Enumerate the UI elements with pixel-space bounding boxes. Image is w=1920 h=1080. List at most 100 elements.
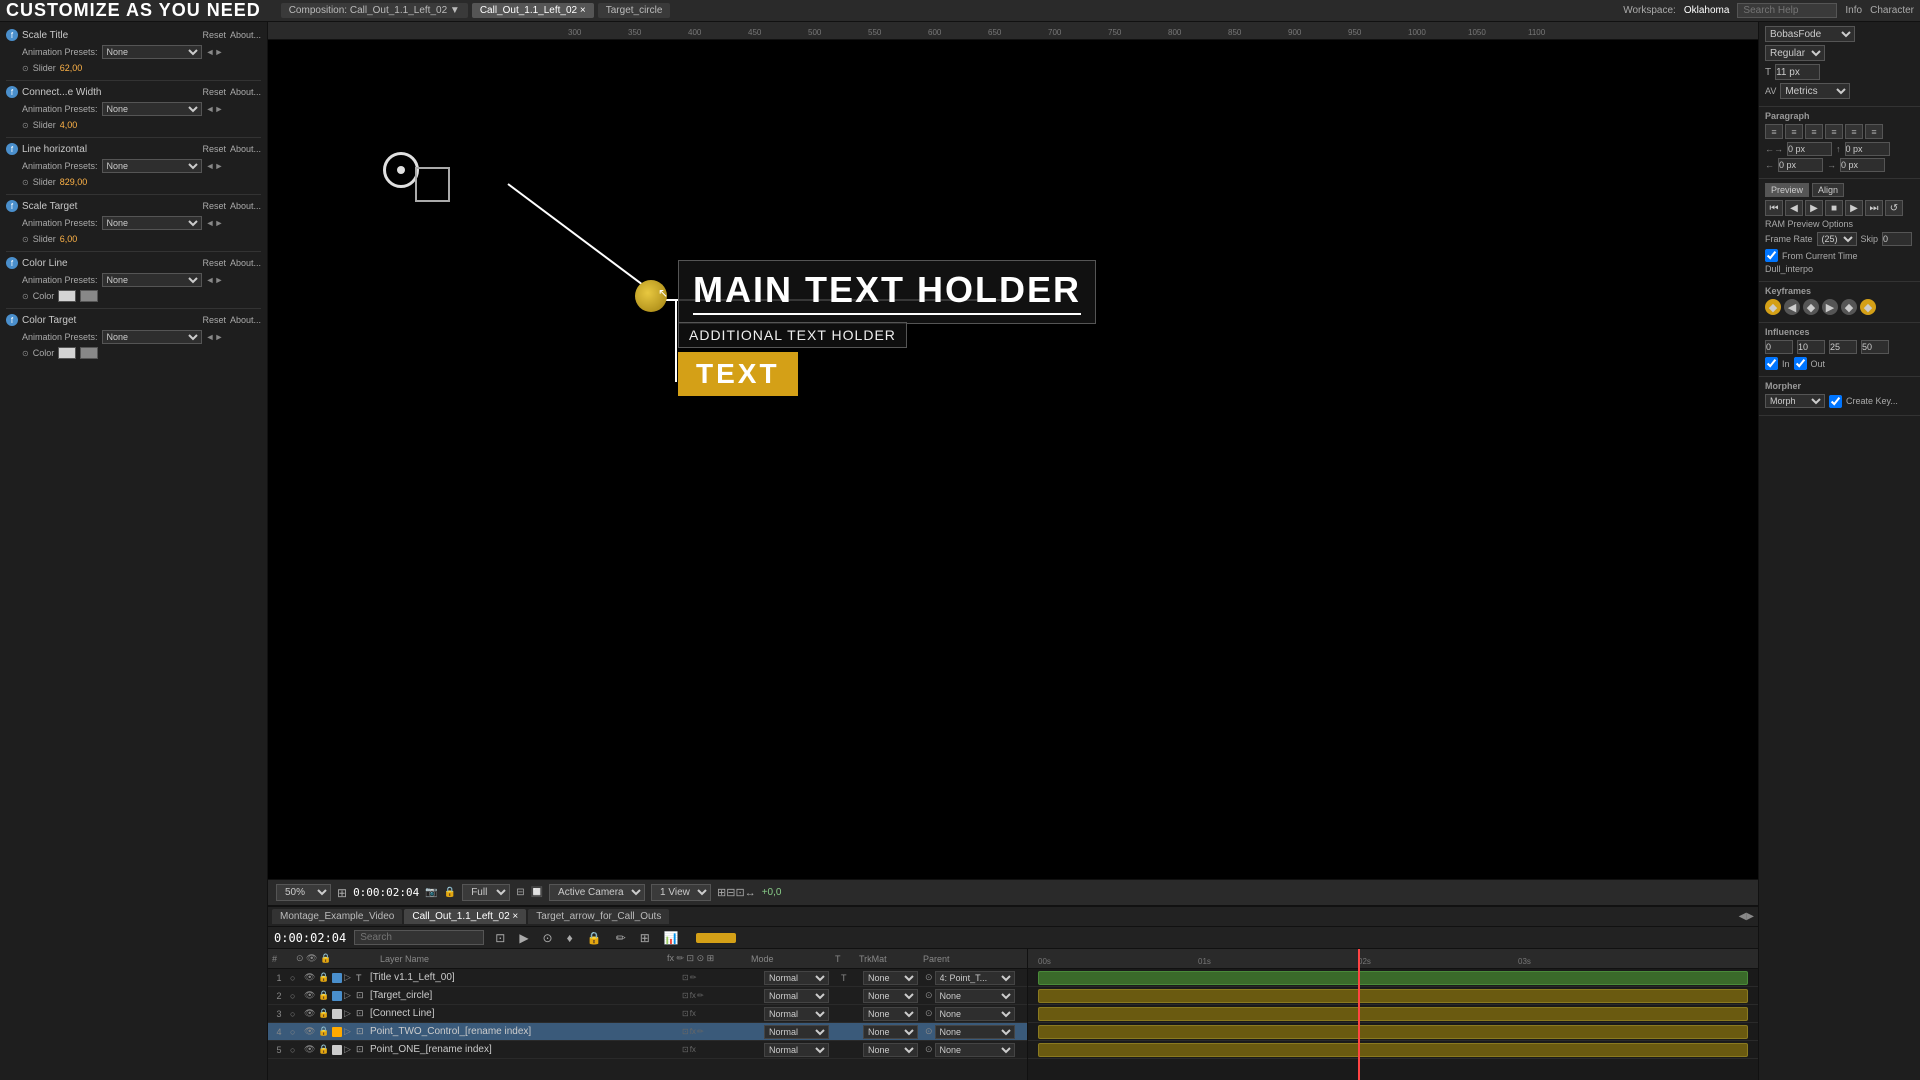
font-style-select[interactable]: Regular: [1765, 45, 1825, 61]
layer-parent-2[interactable]: ⊙ None: [925, 989, 1025, 1003]
layer-mode-5[interactable]: Normal: [764, 1043, 839, 1057]
pb-stop[interactable]: ■: [1825, 200, 1843, 216]
kf-btn-3[interactable]: ◆: [1803, 299, 1819, 315]
prop-about-line-h[interactable]: About...: [230, 144, 261, 154]
viewport[interactable]: 300 350 400 450 500 550 600 650 700 750 …: [268, 22, 1758, 879]
tl-btn-marker[interactable]: ♦: [564, 930, 576, 946]
tl-btn-play[interactable]: ▶: [516, 930, 531, 946]
slider-value-2[interactable]: 4,00: [60, 120, 100, 130]
align-tab[interactable]: Align: [1812, 183, 1844, 197]
view-select[interactable]: 1 View: [651, 884, 711, 901]
mode-select-5[interactable]: Normal: [764, 1043, 829, 1057]
prop-reset-connect[interactable]: Reset: [202, 87, 226, 97]
timeline-collapse-btn[interactable]: ◀▶: [1739, 911, 1754, 922]
search-input[interactable]: [1737, 3, 1837, 18]
layer-expand-3[interactable]: ▷: [344, 1008, 354, 1019]
parent-select-1[interactable]: 4: Point_T...: [935, 971, 1015, 985]
anim-select-1[interactable]: None: [102, 45, 202, 59]
kern-select[interactable]: Metrics: [1780, 83, 1850, 99]
framerate-select[interactable]: (25) 24 30: [1817, 232, 1857, 246]
font-select[interactable]: BobasFode: [1765, 26, 1855, 42]
tl-btn-pen[interactable]: ✏: [613, 930, 629, 946]
layer-expand-2[interactable]: ▷: [344, 990, 354, 1001]
layer-eye-5[interactable]: 👁: [304, 1044, 316, 1055]
slider-value-4[interactable]: 6,00: [60, 234, 100, 244]
slider-value-1[interactable]: 62,00: [60, 63, 100, 73]
prop-about-connect[interactable]: About...: [230, 87, 261, 97]
inf-input-25[interactable]: [1829, 340, 1857, 354]
trimat-select-5[interactable]: None: [863, 1043, 918, 1057]
font-size-input[interactable]: [1775, 64, 1820, 80]
layer-expand-1[interactable]: ▷: [344, 972, 354, 983]
prop-about-scale-title[interactable]: About...: [230, 30, 261, 40]
prop-reset-scale-target[interactable]: Reset: [202, 201, 226, 211]
inf-input-0[interactable]: [1765, 340, 1793, 354]
layer-eye-1[interactable]: 👁: [304, 972, 316, 983]
create-key-checkbox[interactable]: [1829, 395, 1842, 408]
layer-trimat-3[interactable]: None: [863, 1007, 923, 1021]
camera-select[interactable]: Active Camera: [549, 884, 645, 901]
out-checkbox[interactable]: [1794, 357, 1807, 370]
layer-trimat-2[interactable]: None: [863, 989, 923, 1003]
layer-lock-1[interactable]: 🔒: [318, 972, 330, 983]
table-row[interactable]: 5 ○ 👁 🔒 ▷ ⊡ Point_ONE_[rename index] ⊡ f…: [268, 1041, 1027, 1059]
layer-lock-2[interactable]: 🔒: [318, 990, 330, 1001]
layer-mode-4[interactable]: Normal: [764, 1025, 839, 1039]
target-circle[interactable]: [383, 152, 419, 188]
parent-select-3[interactable]: None: [935, 1007, 1015, 1021]
inf-input-50[interactable]: [1861, 340, 1889, 354]
ram-preview-label[interactable]: RAM Preview Options: [1765, 219, 1914, 229]
tab-composition2[interactable]: Call_Out_1.1_Left_02 ×: [472, 3, 594, 18]
layer-mode-3[interactable]: Normal: [764, 1007, 839, 1021]
layer-parent-4[interactable]: ⊙ None: [925, 1025, 1025, 1039]
layer-solo-2[interactable]: ○: [290, 991, 302, 1001]
layer-trimat-1[interactable]: None: [863, 971, 923, 985]
zoom-select[interactable]: 50% 100%: [276, 884, 331, 901]
kf-btn-6[interactable]: ◆: [1860, 299, 1876, 315]
tl-btn-grid[interactable]: ⊞: [637, 930, 653, 946]
layer-solo-5[interactable]: ○: [290, 1045, 302, 1055]
kf-btn-1[interactable]: ◆: [1765, 299, 1781, 315]
trimat-select-4[interactable]: None: [863, 1025, 918, 1039]
table-row[interactable]: 1 ○ 👁 🔒 ▷ T [Title v1.1_Left_00] ⊡ ✏: [268, 969, 1027, 987]
anim-select-2[interactable]: None: [102, 102, 202, 116]
prop-about-scale-target[interactable]: About...: [230, 201, 261, 211]
layer-eye-2[interactable]: 👁: [304, 990, 316, 1001]
kf-btn-4[interactable]: ▶: [1822, 299, 1838, 315]
mode-select-4[interactable]: Normal: [764, 1025, 829, 1039]
layer-parent-1[interactable]: ⊙ 4: Point_T...: [925, 971, 1025, 985]
tl-btn-select[interactable]: ⊡: [492, 930, 508, 946]
spacing-input-4[interactable]: [1840, 158, 1885, 172]
skip-input[interactable]: [1882, 232, 1912, 246]
layer-expand-4[interactable]: ▷: [344, 1026, 354, 1037]
morph-select[interactable]: Morph: [1765, 394, 1825, 408]
align-left-btn[interactable]: ≡: [1765, 124, 1783, 139]
timeline-tab-montage[interactable]: Montage_Example_Video: [272, 909, 402, 924]
layer-eye-3[interactable]: 👁: [304, 1008, 316, 1019]
parent-select-4[interactable]: None: [935, 1025, 1015, 1039]
spacing-input-1[interactable]: [1787, 142, 1832, 156]
align-center-btn[interactable]: ≡: [1785, 124, 1803, 139]
in-checkbox[interactable]: [1765, 357, 1778, 370]
spacing-input-3[interactable]: [1778, 158, 1823, 172]
parent-select-5[interactable]: None: [935, 1043, 1015, 1057]
trimat-select-2[interactable]: None: [863, 989, 918, 1003]
color-swatch-target2[interactable]: [80, 347, 98, 359]
parent-select-2[interactable]: None: [935, 989, 1015, 1003]
tl-btn-lock[interactable]: 🔒: [584, 930, 605, 946]
layer-trimat-4[interactable]: None: [863, 1025, 923, 1039]
table-row[interactable]: 4 ○ 👁 🔒 ▷ ⊡ Point_TWO_Control_[rename in…: [268, 1023, 1027, 1041]
color-swatch-line[interactable]: [58, 290, 76, 302]
anim-select-4[interactable]: None: [102, 216, 202, 230]
color-swatch-line2[interactable]: [80, 290, 98, 302]
tl-btn-graph[interactable]: 📊: [661, 930, 682, 946]
trimat-select-1[interactable]: None: [863, 971, 918, 985]
inf-input-10[interactable]: [1797, 340, 1825, 354]
layer-parent-5[interactable]: ⊙ None: [925, 1043, 1025, 1057]
prop-about-color-target[interactable]: About...: [230, 315, 261, 325]
layer-mode-2[interactable]: Normal: [764, 989, 839, 1003]
table-row[interactable]: 3 ○ 👁 🔒 ▷ ⊡ [Connect Line] ⊡ fx: [268, 1005, 1027, 1023]
tl-search[interactable]: [354, 930, 484, 945]
align-force-btn[interactable]: ≡: [1865, 124, 1883, 139]
timeline-tab-callout[interactable]: Call_Out_1.1_Left_02 ×: [404, 909, 526, 924]
